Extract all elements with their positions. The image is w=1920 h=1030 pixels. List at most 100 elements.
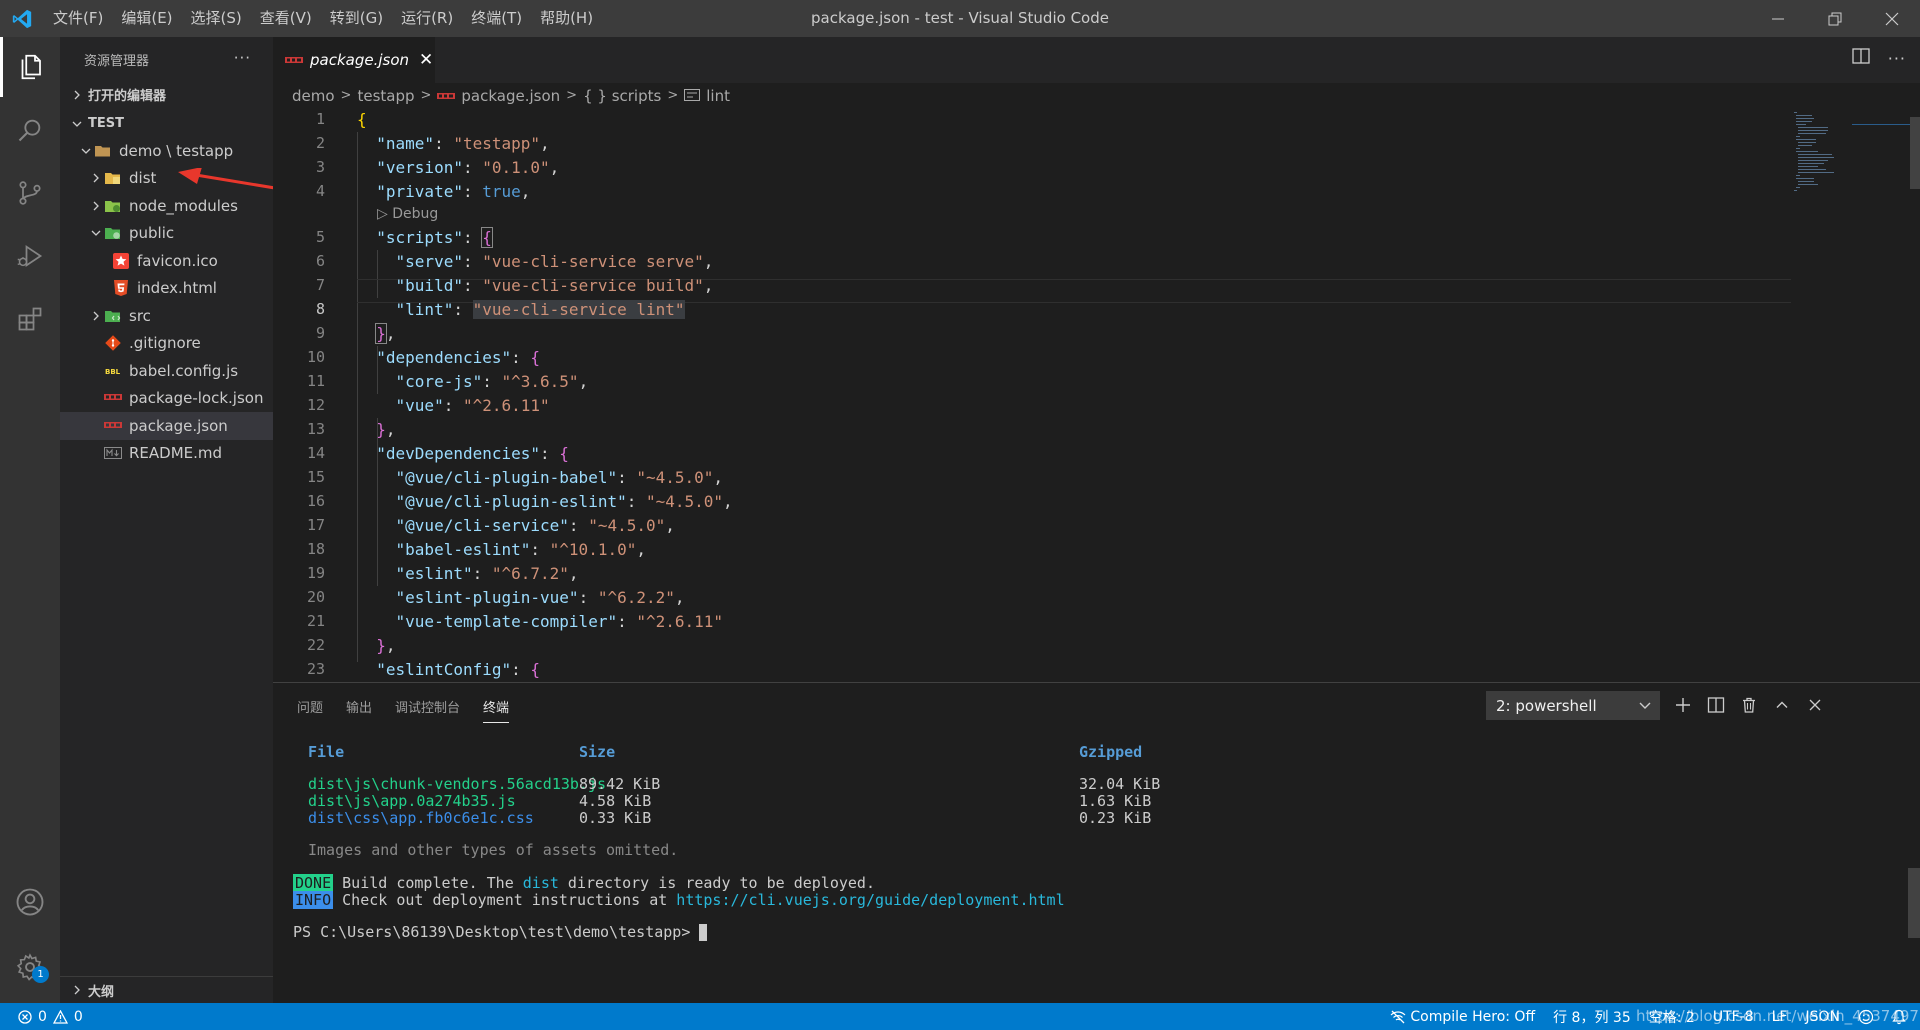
menu-go[interactable]: 转到(G) <box>321 0 392 37</box>
compile-hero-status[interactable]: Compile Hero: Off <box>1390 1009 1535 1025</box>
minimap[interactable] <box>1792 110 1912 200</box>
menu-selection[interactable]: 选择(S) <box>182 0 251 37</box>
run-debug-button[interactable] <box>0 226 60 286</box>
code-line: 16 "@vue/cli-plugin-eslint": "~4.5.0", <box>306 492 733 511</box>
tree-file-readme[interactable]: README.md <box>60 440 273 468</box>
terminal-omitted-note: Images and other types of assets omitted… <box>308 841 679 859</box>
tab-terminal[interactable]: 终端 <box>483 697 510 723</box>
tab-close-icon[interactable]: ✕ <box>419 50 433 70</box>
terminal-size: 0.33 KiB <box>579 809 652 827</box>
maximize-panel-button[interactable] <box>1772 691 1792 719</box>
language-mode[interactable]: JSON <box>1805 1009 1840 1025</box>
editor-scrollbar[interactable] <box>1910 117 1920 189</box>
node-folder-icon <box>104 197 122 215</box>
panel-tabs: 问题 输出 调试控制台 终端 <box>297 697 532 725</box>
tab-output[interactable]: 输出 <box>346 697 372 725</box>
cursor-position[interactable]: 行 8，列 35 <box>1553 1007 1631 1027</box>
split-icon <box>1707 697 1725 713</box>
terminal-output[interactable]: File Size Gzipped dist\js\chunk-vendors.… <box>293 743 1873 993</box>
close-window-button[interactable] <box>1863 0 1920 37</box>
source-control-button[interactable] <box>0 163 60 223</box>
terminal-header-gzipped: Gzipped <box>1079 743 1143 761</box>
menu-view[interactable]: 查看(V) <box>251 0 321 37</box>
code-line: 7 "build": "vue-cli-service build", <box>315 276 714 295</box>
chevron-right-icon <box>88 201 104 211</box>
npm-file-icon <box>437 87 456 105</box>
open-editors-section[interactable]: 打开的编辑器 <box>60 81 273 108</box>
menu-help[interactable]: 帮助(H) <box>531 0 602 37</box>
extensions-button[interactable] <box>0 289 60 349</box>
outline-section[interactable]: 大纲 <box>60 976 273 1003</box>
more-actions-button[interactable]: ··· <box>1888 49 1906 68</box>
chevron-right-icon: > <box>340 88 352 103</box>
error-count: 0 <box>38 1008 47 1025</box>
close-panel-button[interactable] <box>1805 691 1825 719</box>
indentation[interactable]: 空格: 2 <box>1649 1007 1695 1027</box>
feedback-icon[interactable] <box>1858 1009 1874 1025</box>
debug-codelens[interactable]: ▷ Debug <box>377 204 438 224</box>
tree-file-favicon[interactable]: favicon.ico <box>60 247 273 275</box>
tab-debug-console[interactable]: 调试控制台 <box>395 697 460 725</box>
menu-edit[interactable]: 编辑(E) <box>112 0 181 37</box>
terminal-file: dist\css\app.fb0c6e1c.css <box>308 809 534 827</box>
status-bar: 0 0 Compile Hero: Off 行 8，列 35 空格: 2 UTF… <box>0 1003 1920 1030</box>
tree-file-babel-config[interactable]: BBL babel.config.js <box>60 357 273 385</box>
src-folder-icon <box>104 307 122 325</box>
breadcrumb-demo[interactable]: demo <box>292 87 335 105</box>
deployment-link[interactable]: https://cli.vuejs.org/guide/deployment.h… <box>676 891 1064 909</box>
menu-file[interactable]: 文件(F) <box>44 0 112 37</box>
menu-run[interactable]: 运行(R) <box>392 0 462 37</box>
breadcrumb-lint[interactable]: lint <box>706 87 730 105</box>
minimize-button[interactable] <box>1749 0 1806 37</box>
breadcrumb-scripts[interactable]: { } scripts <box>583 87 661 105</box>
tree-item-label: public <box>129 224 175 243</box>
restore-button[interactable] <box>1806 0 1863 37</box>
breadcrumb-testapp[interactable]: testapp <box>357 87 414 105</box>
split-terminal-button[interactable] <box>1706 691 1726 719</box>
notifications-bell-icon[interactable] <box>1892 1009 1906 1025</box>
outline-label: 大纲 <box>88 984 115 1000</box>
kill-terminal-button[interactable] <box>1739 691 1759 719</box>
tree-file-index-html[interactable]: index.html <box>60 275 273 303</box>
chevron-right-icon: > <box>566 88 578 103</box>
accounts-button[interactable] <box>0 872 60 932</box>
terminal-select[interactable]: 2: powershell <box>1486 691 1660 720</box>
files-icon <box>21 54 41 80</box>
new-terminal-button[interactable] <box>1673 691 1693 719</box>
close-icon <box>1809 699 1821 711</box>
folder-open-icon <box>94 142 112 160</box>
terminal-scrollbar[interactable] <box>1908 868 1920 938</box>
terminal-prompt[interactable]: PS C:\Users\86139\Desktop\test\demo\test… <box>293 923 708 942</box>
breadcrumb-package-json[interactable]: package.json <box>461 87 560 105</box>
trash-icon <box>1743 697 1755 713</box>
tab-package-json[interactable]: package.json ✕ <box>273 37 435 83</box>
split-editor-icon <box>1852 48 1870 64</box>
split-editor-button[interactable] <box>1852 47 1870 69</box>
tree-folder-demo-testapp[interactable]: demo \ testapp <box>60 137 273 165</box>
plus-icon <box>1676 698 1690 712</box>
tree-item-label: babel.config.js <box>129 361 239 380</box>
code-editor[interactable]: 1{ 2 "name": "testapp", 3 "version": "0.… <box>273 108 1893 682</box>
tree-file-package-lock[interactable]: package-lock.json <box>60 385 273 413</box>
code-line: 12 "vue": "^2.6.11" <box>306 396 550 415</box>
workspace-section[interactable]: TEST <box>60 110 273 137</box>
manage-button[interactable]: 1 <box>0 937 60 997</box>
tab-problems[interactable]: 问题 <box>297 697 323 725</box>
explorer-button[interactable] <box>0 37 60 97</box>
sidebar-title: 资源管理器 <box>84 53 150 69</box>
encoding[interactable]: UTF-8 <box>1713 1009 1754 1025</box>
window-controls <box>1749 0 1920 37</box>
open-editors-label: 打开的编辑器 <box>88 89 167 104</box>
more-actions-button[interactable]: ··· <box>234 49 251 67</box>
tree-folder-src[interactable]: src <box>60 302 273 330</box>
line-ending[interactable]: LF <box>1772 1009 1788 1025</box>
code-line: 6 "serve": "vue-cli-service serve", <box>315 252 714 271</box>
tree-file-package-json[interactable]: package.json <box>60 412 273 440</box>
warning-icon <box>52 1009 68 1024</box>
tree-item-label: package-lock.json <box>129 389 264 408</box>
status-problems[interactable]: 0 0 <box>18 1003 83 1030</box>
search-button[interactable] <box>0 100 60 160</box>
tree-file-gitignore[interactable]: .gitignore <box>60 330 273 358</box>
tree-item-label: .gitignore <box>129 334 201 353</box>
menu-terminal[interactable]: 终端(T) <box>462 0 531 37</box>
